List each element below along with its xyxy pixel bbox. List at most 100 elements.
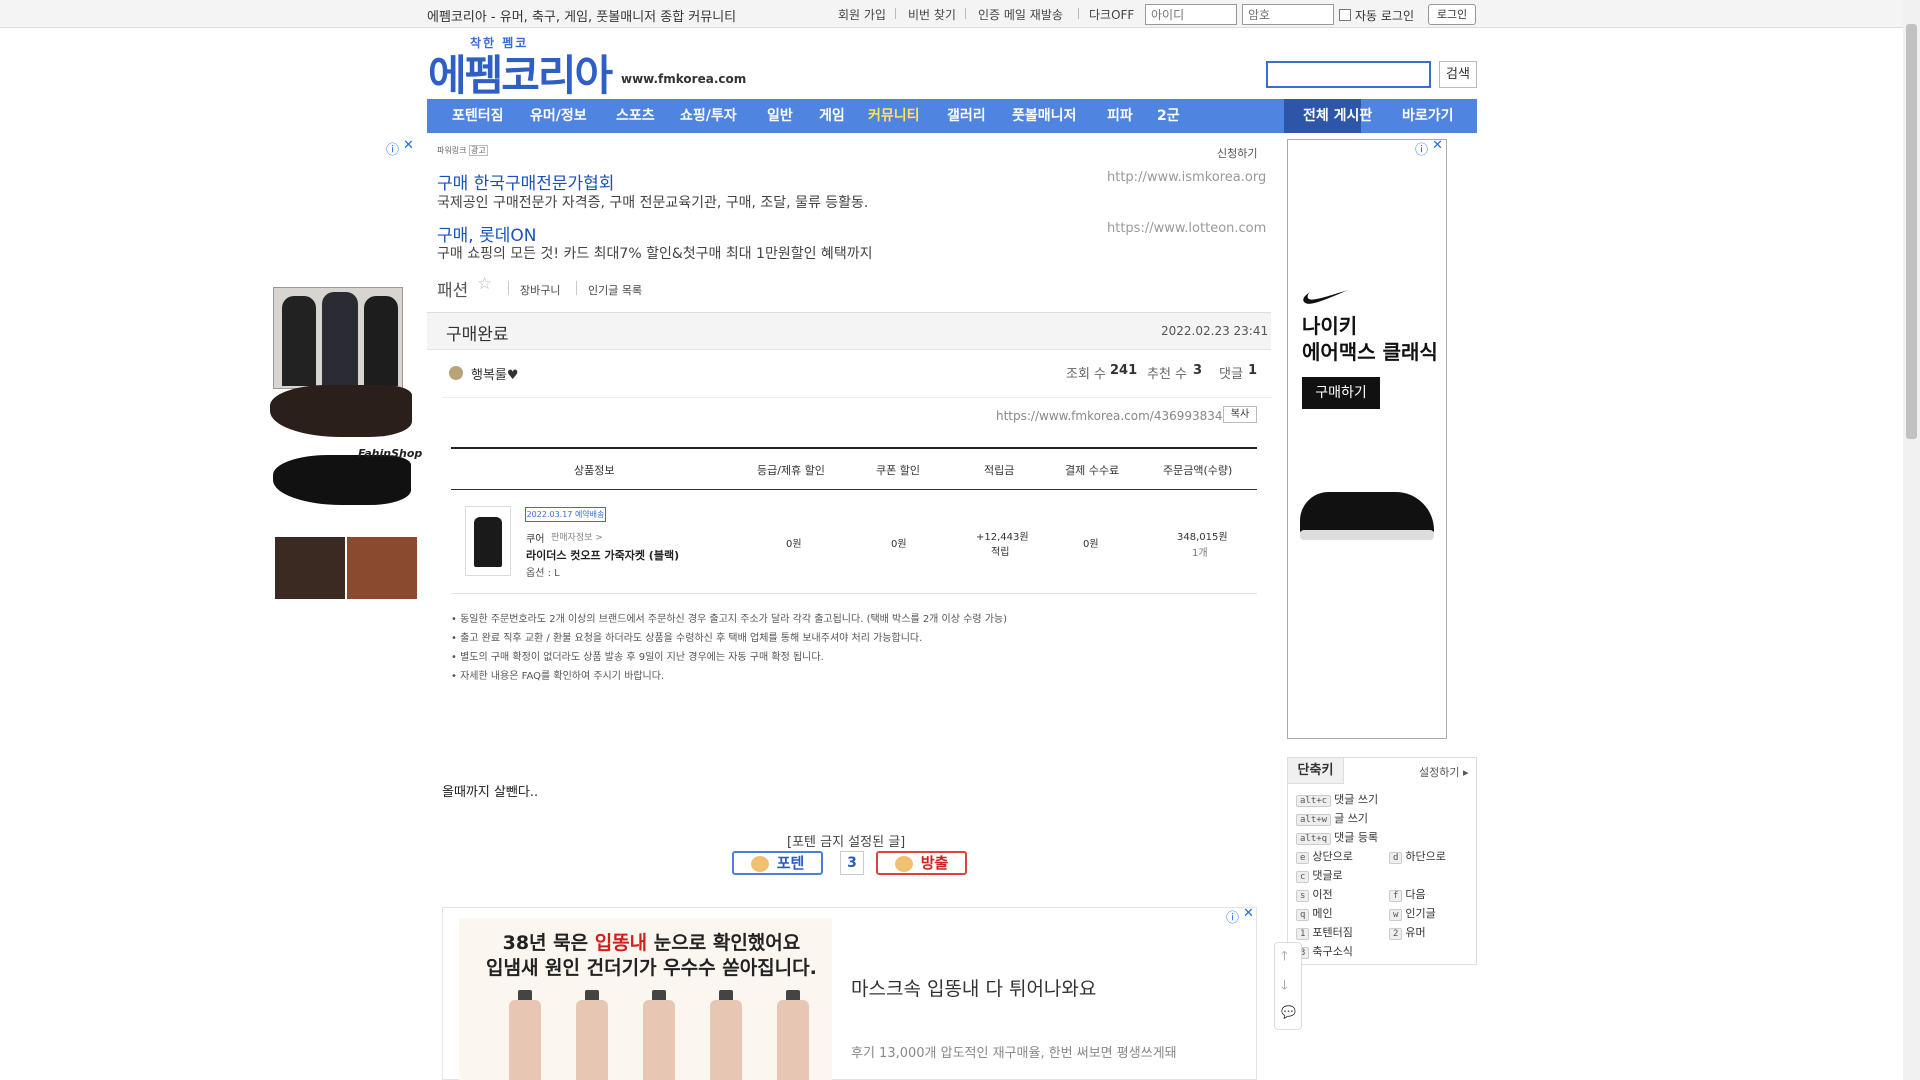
coupon-discount-value: 0원 bbox=[891, 539, 907, 550]
ad-brand-label: FahinShop bbox=[358, 447, 423, 460]
shortcut-settings-link[interactable]: 설정하기 ▸ bbox=[1419, 764, 1469, 780]
nav-item-football-manager[interactable]: 풋볼매니저 bbox=[1012, 99, 1076, 133]
post-author[interactable]: 행복룰♥ bbox=[471, 364, 519, 383]
bottle-icon bbox=[509, 1000, 541, 1080]
divider bbox=[442, 397, 1271, 398]
nav-item-game[interactable]: 게임 bbox=[819, 99, 845, 133]
ad-info-icon[interactable]: ⓘ bbox=[1415, 139, 1428, 158]
powerlink-request-link[interactable]: 신청하기 bbox=[1217, 145, 1257, 161]
right-nike-ad[interactable] bbox=[1287, 139, 1447, 739]
shoe-closeup-image bbox=[347, 537, 417, 599]
nav-item-shopping[interactable]: 쇼핑/투자 bbox=[680, 99, 737, 133]
shortcut-item: alt+w 글 쓰기 bbox=[1296, 810, 1368, 826]
poten-disabled-label: [포텐 금지 설정된 글] bbox=[787, 835, 906, 850]
shortcut-item: e 상단으로 bbox=[1296, 848, 1353, 864]
vote-count: 3 bbox=[840, 851, 864, 875]
find-password-link[interactable]: 비번 찾기 bbox=[908, 6, 956, 23]
powerlink-title: 파워링크 광고 bbox=[437, 145, 488, 156]
shortcut-item: d 하단으로 bbox=[1389, 848, 1446, 864]
bottle-icon bbox=[777, 1000, 809, 1080]
auto-login-checkbox[interactable] bbox=[1339, 9, 1351, 21]
post-permalink[interactable]: https://www.fmkorea.com/4369938348 bbox=[996, 409, 1230, 423]
ad-info-icon[interactable]: ⓘ bbox=[1226, 907, 1239, 926]
resend-mail-link[interactable]: 인증 메일 재발송 bbox=[978, 6, 1063, 23]
product-name: 라이더스 컷오프 가죽자켓 (블랙) bbox=[526, 549, 680, 562]
cart-link[interactable]: 장바구니 bbox=[520, 282, 560, 298]
comments-label: 댓글 bbox=[1219, 367, 1243, 382]
popular-list-link[interactable]: 인기글 목록 bbox=[588, 282, 642, 298]
ad-info-icon[interactable]: ⓘ bbox=[386, 139, 399, 158]
seller-name: 쿠어 bbox=[526, 534, 545, 545]
nav-item-gallery[interactable]: 갤러리 bbox=[947, 99, 986, 133]
order-note: • 동일한 주문번호라도 2개 이상의 브랜드에서 주문하신 경우 출고지 주소… bbox=[451, 614, 1008, 625]
downvote-button[interactable]: 방출 bbox=[876, 851, 967, 875]
ad-models-image bbox=[273, 287, 403, 389]
nav-all-boards[interactable]: 전체 게시판 bbox=[1303, 99, 1372, 133]
shortcut-tab[interactable]: 단축키 bbox=[1288, 758, 1344, 784]
upvote-button[interactable]: 포텐 bbox=[732, 851, 823, 875]
sneaker-sole bbox=[1300, 530, 1434, 540]
nav-item-sports[interactable]: 스포츠 bbox=[616, 99, 655, 133]
shortcut-item: f 다음 bbox=[1389, 886, 1426, 902]
order-quantity: 1개 bbox=[1192, 548, 1208, 559]
product-image[interactable] bbox=[465, 506, 511, 576]
post-title: 구매완료 bbox=[446, 325, 509, 345]
separator bbox=[508, 281, 509, 295]
ad-1-title[interactable]: 구매 한국구매전문가협회 bbox=[437, 169, 614, 194]
dark-mode-toggle[interactable]: 다크OFF bbox=[1089, 6, 1134, 23]
site-logo[interactable]: 에펨코리아 bbox=[428, 42, 613, 103]
auto-login-label: 자동 로그인 bbox=[1355, 9, 1415, 23]
ad-2-description: 구매 쇼핑의 모든 것! 카드 최대7% 할인&첫구매 최대 1만원할인 혜택까… bbox=[437, 246, 873, 262]
nav-item-humor[interactable]: 유머/정보 bbox=[530, 99, 587, 133]
nav-item-general[interactable]: 일반 bbox=[767, 99, 793, 133]
ad-close-icon[interactable]: ✕ bbox=[1243, 906, 1254, 921]
th-coupon-discount: 쿠폰 할인 bbox=[876, 464, 920, 477]
separator bbox=[965, 8, 966, 19]
nike-buy-button[interactable]: 구매하기 bbox=[1302, 377, 1380, 409]
bottle-icon bbox=[710, 1000, 742, 1080]
login-button[interactable]: 로그인 bbox=[1428, 4, 1476, 25]
face-icon bbox=[750, 855, 769, 872]
separator bbox=[895, 8, 896, 19]
scrollbar-thumb[interactable] bbox=[1906, 24, 1917, 439]
caret-right-icon: ▸ bbox=[1462, 766, 1469, 779]
board-name[interactable]: 패션 bbox=[437, 276, 468, 301]
main-nav: 포텐터짐 유머/정보 스포츠 쇼핑/투자 일반 게임 커뮤니티 갤러리 풋볼매니… bbox=[427, 99, 1477, 133]
shortcut-item: c 댓글로 bbox=[1296, 867, 1343, 883]
star-icon[interactable]: ☆ bbox=[477, 274, 492, 294]
arrow-up-icon[interactable]: 🡑 bbox=[1281, 947, 1288, 969]
bottom-ad-title[interactable]: 마스크속 입똥내 다 튀어나와요 bbox=[851, 974, 1096, 1001]
post-body: 올때까지 살뺀다.. bbox=[442, 785, 539, 800]
copy-url-button[interactable]: 복사 bbox=[1223, 406, 1257, 423]
bottom-ad-description: 후기 13,000개 압도적인 재구매율, 한번 써보면 평생쓰게돼 bbox=[851, 1046, 1177, 1061]
order-note: • 별도의 구매 확정이 없더라도 상품 발송 후 9일이 지난 경우에는 자동… bbox=[451, 652, 824, 663]
seller-info-link[interactable]: 판매자정보 > bbox=[551, 530, 603, 543]
ad-close-icon[interactable]: ✕ bbox=[1432, 138, 1443, 153]
comment-icon[interactable]: 💬 bbox=[1281, 1005, 1296, 1019]
arrow-down-icon[interactable]: 🡓 bbox=[1281, 976, 1288, 998]
nav-item-community[interactable]: 커뮤니티 bbox=[868, 99, 920, 133]
nike-ad-title: 나이키 에어맥스 클래식 bbox=[1302, 314, 1438, 364]
ad-1-url[interactable]: http://www.ismkorea.org bbox=[1107, 170, 1266, 185]
th-fee: 결제 수수료 bbox=[1065, 464, 1120, 477]
search-input[interactable] bbox=[1266, 61, 1431, 88]
bottle-icon bbox=[643, 1000, 675, 1080]
shortcut-item: w 인기글 bbox=[1389, 905, 1436, 921]
nav-item-poten[interactable]: 포텐터짐 bbox=[452, 99, 504, 133]
ad-2-url[interactable]: https://www.lotteon.com bbox=[1107, 221, 1266, 236]
nav-item-fifa[interactable]: 피파 bbox=[1107, 99, 1133, 133]
nav-shortcut[interactable]: 바로가기 bbox=[1402, 99, 1454, 133]
password-input[interactable] bbox=[1242, 4, 1334, 25]
shipping-badge: 2022.03.17 예약배송 bbox=[525, 507, 606, 522]
signup-link[interactable]: 회원 가입 bbox=[838, 6, 886, 23]
post-date: 2022.02.23 23:41 bbox=[1161, 324, 1269, 338]
id-input[interactable] bbox=[1145, 4, 1237, 25]
search-button[interactable]: 검색 bbox=[1439, 61, 1477, 88]
site-description: 에펨코리아 - 유머, 축구, 게임, 풋볼매니저 종합 커뮤니티 bbox=[427, 10, 737, 25]
left-shoe-ad[interactable]: FahinShop bbox=[270, 287, 422, 602]
views-count: 241 bbox=[1110, 363, 1138, 378]
shoe-image bbox=[273, 455, 411, 505]
ad-close-icon[interactable]: ✕ bbox=[403, 138, 414, 153]
nav-item-2gun[interactable]: 2군 bbox=[1157, 99, 1180, 133]
fee-value: 0원 bbox=[1083, 539, 1099, 550]
